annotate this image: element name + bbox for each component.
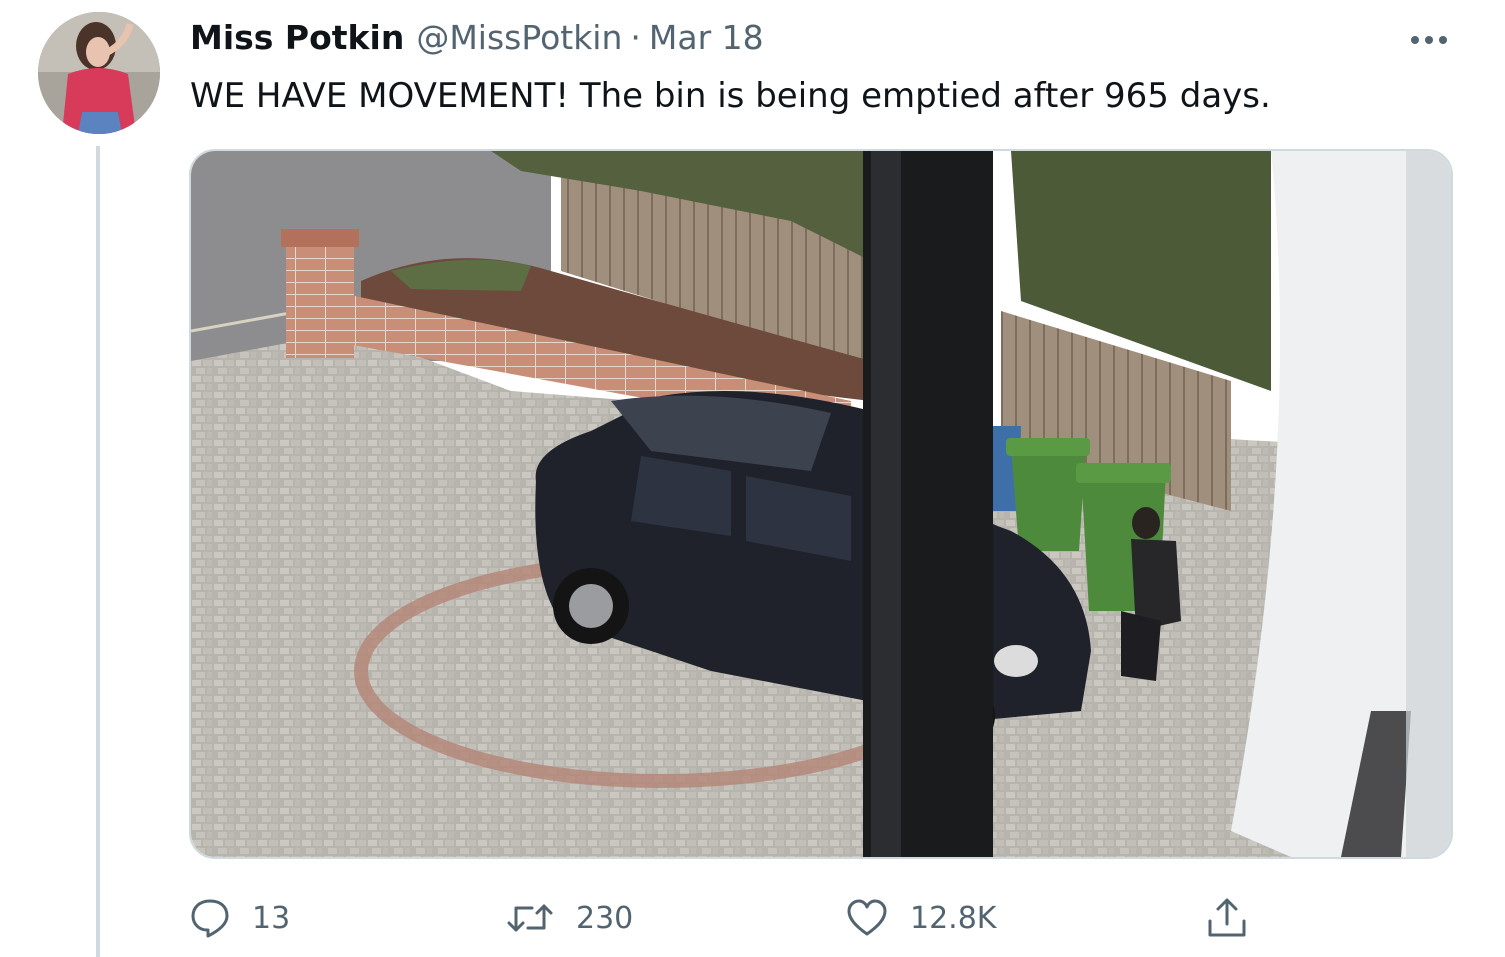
header-separator: · (630, 18, 641, 57)
retweet-count: 230 (576, 900, 634, 936)
photo-of-car-and-bins (191, 151, 1451, 857)
heart-icon (847, 899, 887, 936)
like-count: 12.8K (910, 900, 997, 936)
share-button[interactable] (1206, 886, 1248, 950)
reply-button[interactable]: 13 (190, 886, 290, 950)
author-name[interactable]: Miss Potkin (190, 18, 404, 57)
tweet-actions-bar: 13 230 12.8K (0, 886, 1505, 950)
tweet-header: Miss Potkin @MissPotkin · Mar 18 (190, 18, 764, 62)
author-handle[interactable]: @MissPotkin (416, 18, 622, 57)
ellipsis-icon (1411, 36, 1447, 44)
share-upload-icon (1208, 898, 1246, 937)
more-options-button[interactable] (1405, 20, 1453, 60)
tweet-photo[interactable] (189, 149, 1453, 859)
speech-bubble-icon (191, 899, 229, 938)
tweet-text: WE HAVE MOVEMENT! The bin is being empti… (190, 76, 1271, 116)
reply-count: 13 (252, 900, 291, 936)
retweet-arrows-icon (507, 904, 553, 932)
author-avatar[interactable] (38, 12, 160, 134)
retweet-button[interactable]: 230 (506, 886, 633, 950)
tweet-date[interactable]: Mar 18 (649, 18, 764, 57)
like-button[interactable]: 12.8K (846, 886, 996, 950)
thread-connector-line (96, 146, 100, 957)
